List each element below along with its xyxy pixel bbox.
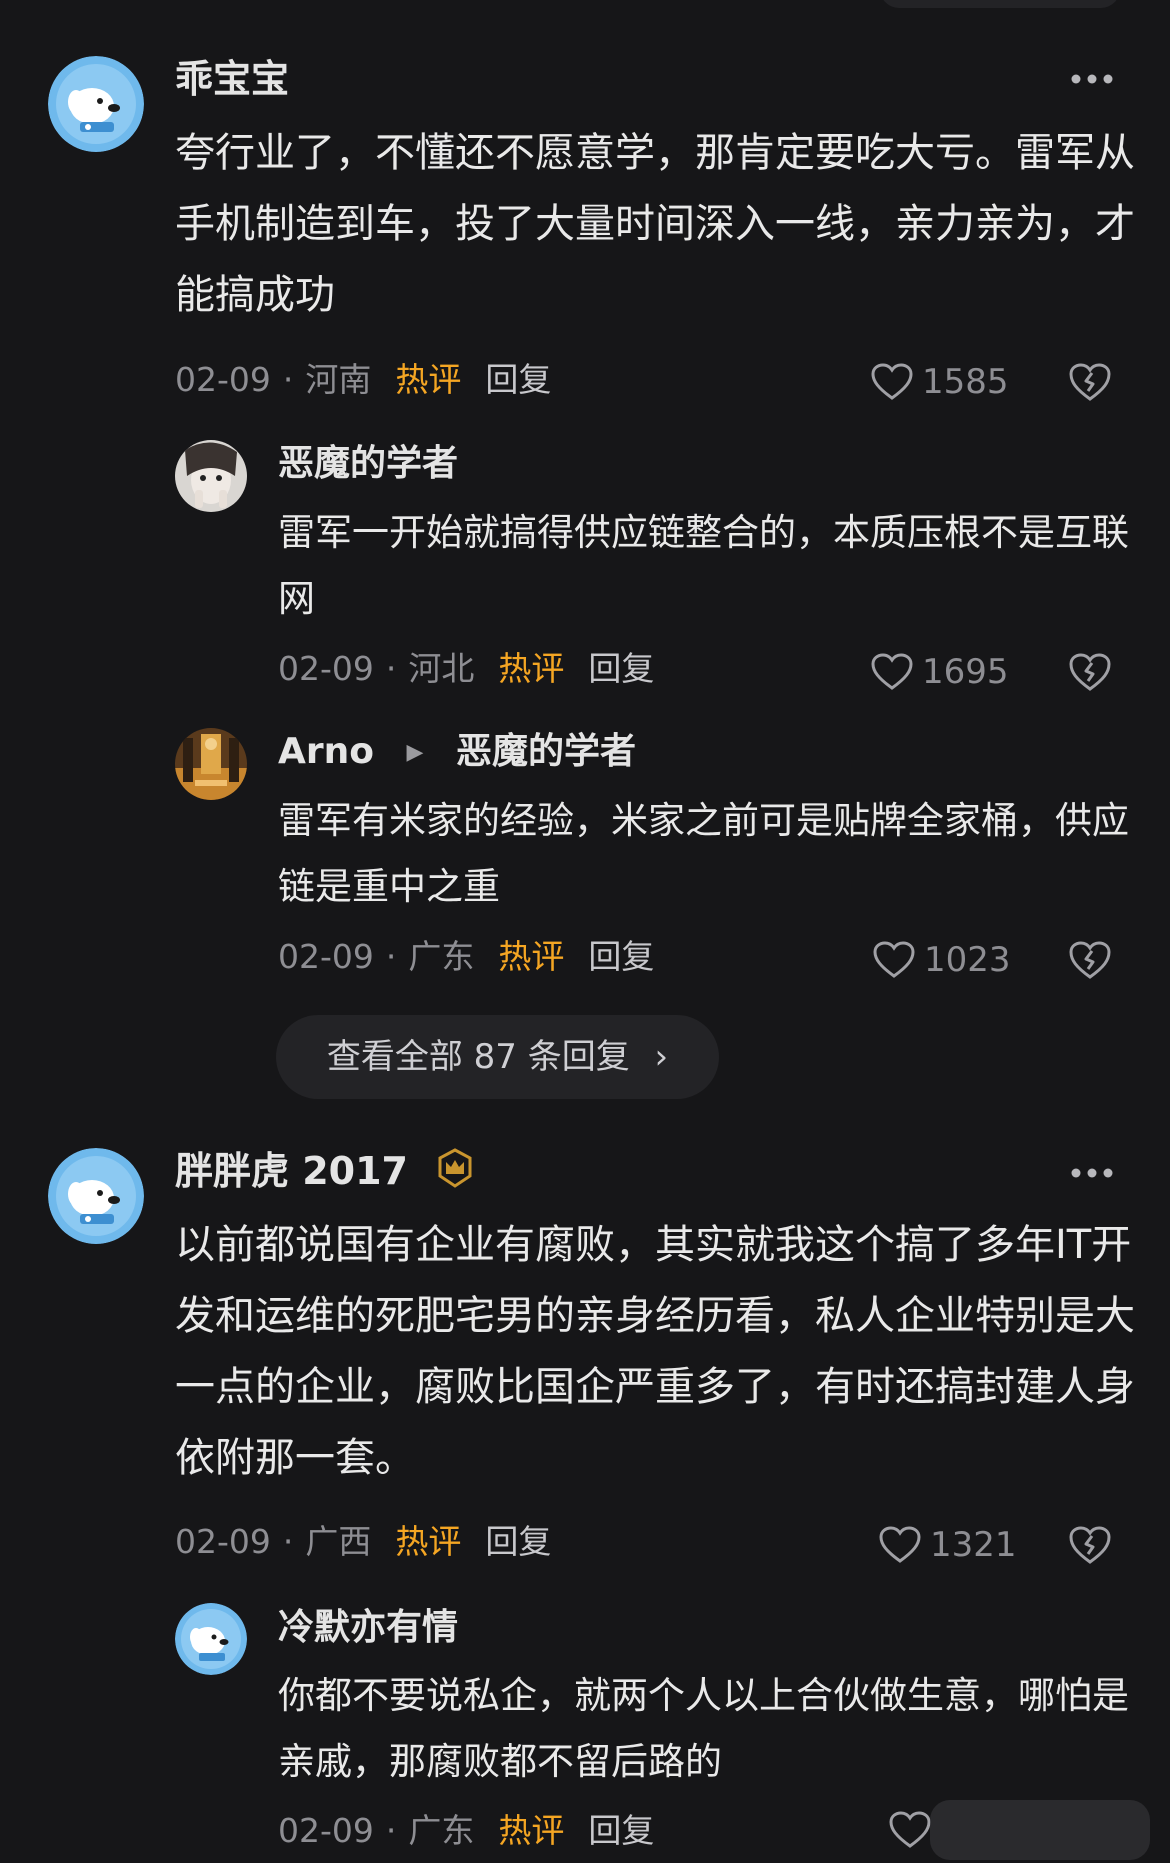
dislike-button[interactable] — [1068, 360, 1112, 404]
meta-separator: · — [282, 1522, 294, 1561]
heart-icon — [889, 1811, 931, 1848]
like-button[interactable]: 1695 — [870, 650, 1009, 694]
reply-button[interactable]: 回复 — [588, 935, 654, 979]
avatar[interactable] — [48, 1148, 144, 1244]
comment-region: 广西 — [305, 1522, 372, 1561]
dislike-button[interactable] — [1068, 650, 1112, 694]
photo-avatar-icon — [175, 440, 247, 512]
heart-icon — [871, 363, 913, 400]
puppy-avatar-icon — [48, 1148, 144, 1244]
more-options-icon[interactable] — [1070, 70, 1114, 89]
chevron-right-icon: › — [654, 1037, 669, 1077]
reply-avatar[interactable] — [175, 1603, 247, 1675]
broken-heart-icon — [1069, 363, 1111, 401]
reply-region: 广东 — [408, 1811, 475, 1850]
comment-meta: 02-09 · 河南 热评 回复 — [175, 358, 551, 402]
like-button[interactable]: 1585 — [870, 360, 1009, 404]
reply-author[interactable]: 冷默亦有情 — [278, 1604, 458, 1652]
comment-date: 02-09 — [175, 1522, 271, 1561]
like-button[interactable]: 1023 — [872, 938, 1011, 982]
puppy-avatar-icon — [175, 1603, 247, 1675]
hot-comment-badge: 热评 — [498, 649, 565, 688]
broken-heart-icon — [1069, 941, 1111, 979]
broken-heart-icon — [1069, 1526, 1111, 1564]
meta-separator: · — [282, 360, 294, 399]
reply-to-author[interactable]: 恶魔的学者 — [456, 731, 636, 772]
comment-date: 02-09 — [175, 360, 271, 399]
heart-icon — [873, 941, 915, 978]
hot-comment-badge: 热评 — [395, 360, 462, 399]
hot-comment-badge: 热评 — [395, 1522, 462, 1561]
reply-author[interactable]: 恶魔的学者 — [278, 440, 458, 488]
hot-comment-badge: 热评 — [498, 937, 565, 976]
meta-separator: · — [385, 937, 397, 976]
comment-body: 夸行业了，不懂还不愿意学，那肯定要吃大亏。雷军从手机制造到车，投了大量时间深入一… — [175, 130, 1135, 318]
reply-avatar[interactable] — [175, 728, 247, 800]
view-all-replies-button[interactable]: 查看全部 87 条回复 › — [276, 1015, 719, 1099]
photo-avatar-icon — [175, 728, 247, 800]
view-all-replies-label: 查看全部 87 条回复 — [326, 1037, 630, 1077]
comment-region: 河南 — [305, 360, 372, 399]
reply-region: 广东 — [408, 937, 475, 976]
meta-separator: · — [385, 649, 397, 688]
reply-button[interactable]: 回复 — [588, 1809, 654, 1853]
reply-body: 雷军有米家的经验，米家之前可是贴牌全家桶，供应链是重中之重 — [278, 799, 1129, 908]
avatar[interactable] — [48, 56, 144, 152]
heart-icon — [871, 653, 913, 690]
reply-meta: 02-09 · 河北 热评 回复 — [278, 647, 654, 691]
reply-button[interactable]: 回复 — [588, 647, 654, 691]
hot-comment-badge: 热评 — [498, 1811, 565, 1850]
reply-meta: 02-09 · 广东 热评 回复 — [278, 1809, 654, 1853]
reply-avatar[interactable] — [175, 440, 247, 512]
puppy-avatar-icon — [48, 56, 144, 152]
reply-author-line: Arno ▶ 恶魔的学者 — [278, 728, 636, 777]
reply-button[interactable]: 回复 — [485, 358, 551, 402]
more-options-icon[interactable] — [1070, 1164, 1114, 1183]
meta-separator: · — [385, 1811, 397, 1850]
comment-author[interactable]: 胖胖虎 2017 — [175, 1149, 408, 1193]
heart-icon — [879, 1526, 921, 1563]
comment-author-line: 胖胖虎 2017 — [175, 1147, 475, 1199]
comment-item: 乖宝宝 夸行业了，不懂还不愿意学，那肯定要吃大亏。雷军从手机制造到车，投了大量时… — [0, 0, 1170, 1120]
reply-date: 02-09 — [278, 1811, 374, 1850]
dislike-button[interactable] — [1068, 1523, 1112, 1567]
reply-region: 河北 — [408, 649, 475, 688]
reply-date: 02-09 — [278, 937, 374, 976]
reply-body: 雷军一开始就搞得供应链整合的，本质压根不是互联网 — [278, 511, 1129, 620]
reply-date: 02-09 — [278, 649, 374, 688]
comment-author[interactable]: 乖宝宝 — [175, 55, 289, 103]
like-button[interactable]: 1321 — [878, 1523, 1017, 1567]
reply-button[interactable]: 回复 — [485, 1520, 551, 1564]
like-count: 1585 — [922, 362, 1009, 402]
broken-heart-icon — [1069, 653, 1111, 691]
comment-meta: 02-09 · 广西 热评 回复 — [175, 1520, 551, 1564]
dislike-button[interactable] — [1068, 938, 1112, 982]
reply-author[interactable]: Arno — [278, 731, 374, 772]
like-count: 1023 — [924, 940, 1011, 980]
reply-meta: 02-09 · 广东 热评 回复 — [278, 935, 654, 979]
crown-badge-icon — [435, 1148, 475, 1199]
comment-body: 以前都说国有企业有腐败，其实就我这个搞了多年IT开发和运维的死肥宅男的亲身经历看… — [175, 1222, 1135, 1481]
watermark-overlay — [930, 1800, 1150, 1860]
like-count: 1695 — [922, 652, 1009, 692]
reply-body: 你都不要说私企，就两个人以上合伙做生意，哪怕是亲戚，那腐败都不留后路的 — [278, 1674, 1129, 1783]
like-count: 1321 — [930, 1525, 1017, 1565]
reply-to-arrow-icon: ▶ — [406, 740, 424, 765]
comment-item: 胖胖虎 2017 以前都说国有企业有腐败，其实就我这个搞了多年IT开发和运维的死… — [0, 1120, 1170, 1863]
